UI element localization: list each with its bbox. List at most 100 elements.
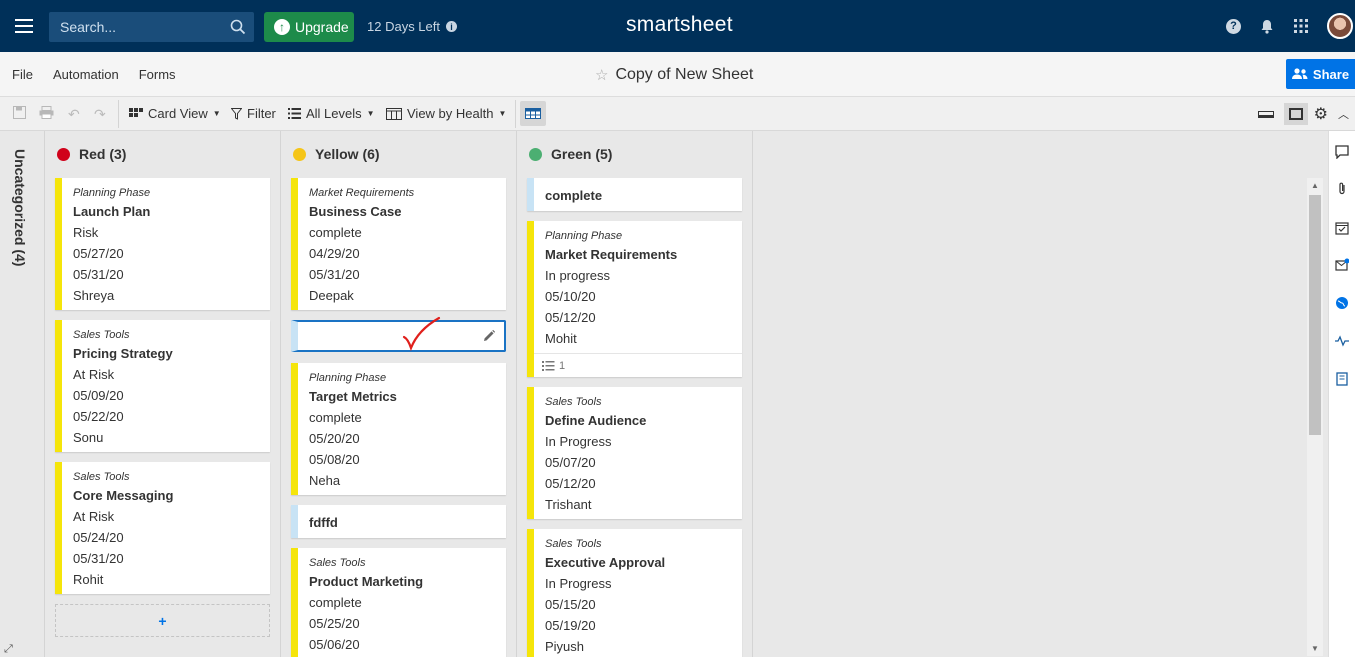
trial-status: 12 Days Left i <box>367 19 457 34</box>
checkmark-annotation <box>402 316 441 352</box>
lane-header[interactable]: Red (3) <box>57 146 126 162</box>
caret-down-icon: ▼ <box>212 109 221 118</box>
card-title: complete <box>545 188 603 203</box>
card[interactable]: Planning Phase Target Metrics complete 0… <box>291 363 506 495</box>
card[interactable]: fdffd <box>291 505 506 538</box>
sheet-title-area: ☆ Copy of New Sheet <box>595 66 753 84</box>
lane-title: Red (3) <box>79 146 127 162</box>
app-logo[interactable]: smartsheet <box>626 13 733 37</box>
save-icon[interactable] <box>13 106 26 119</box>
star-icon[interactable]: ☆ <box>595 66 608 84</box>
hamburger-icon[interactable] <box>15 19 33 33</box>
lane-title: Yellow (6) <box>315 146 380 162</box>
card-start-date: 05/24/20 <box>73 530 124 545</box>
lane-title: Green (5) <box>551 146 613 162</box>
card-title: Market Requirements <box>545 247 678 262</box>
card-status: At Risk <box>73 367 115 382</box>
card[interactable]: Sales Tools Define Audience In Progress … <box>527 387 742 519</box>
proof-icon[interactable] <box>1335 221 1349 235</box>
scroll-down-arrow[interactable]: ▼ <box>1311 644 1319 653</box>
card-owner: Deepak <box>309 288 354 303</box>
menu-bar: File Automation Forms ☆ Copy of New Shee… <box>0 52 1355 97</box>
trial-text: 12 Days Left <box>367 19 440 34</box>
undo-icon[interactable]: ↶ <box>68 106 80 123</box>
card[interactable]: Planning Phase Market Requirements In pr… <box>527 221 742 377</box>
redo-icon[interactable]: ↷ <box>94 106 106 123</box>
card-start-date: 05/10/20 <box>545 289 596 304</box>
card[interactable]: Market Requirements Business Case comple… <box>291 178 506 310</box>
lane-header[interactable]: Green (5) <box>529 146 612 162</box>
card-phase: Sales Tools <box>309 557 366 569</box>
card-status: Risk <box>73 225 99 240</box>
publish-icon[interactable] <box>1335 296 1349 310</box>
search-box[interactable] <box>49 12 254 42</box>
expand-card-icon[interactable] <box>1283 103 1308 125</box>
card-title: Launch Plan <box>73 204 151 219</box>
card-status: In Progress <box>545 576 612 591</box>
lane-uncategorized[interactable]: Uncategorized (4) <box>0 131 45 657</box>
new-card-editor[interactable] <box>291 316 506 352</box>
card-phase: Planning Phase <box>545 230 623 242</box>
sheet-title[interactable]: Copy of New Sheet <box>615 66 753 84</box>
card-phase: Sales Tools <box>545 396 602 408</box>
card-view-dropdown[interactable]: Card View ▼ <box>129 106 221 121</box>
attachment-icon[interactable] <box>1335 182 1349 196</box>
card-phase: Planning Phase <box>73 187 151 199</box>
search-icon[interactable] <box>230 19 246 35</box>
lane-yellow: Yellow (6) Market Requirements Business … <box>281 131 517 657</box>
card-owner: Neha <box>309 473 341 488</box>
share-button[interactable]: Share <box>1286 59 1355 89</box>
chevron-up-icon[interactable]: ︿ <box>1338 106 1349 122</box>
fullscreen-icon[interactable]: ⤢ <box>4 643 13 656</box>
info-icon[interactable]: i <box>446 21 457 32</box>
card-owner: Piyush <box>545 639 585 654</box>
card[interactable]: complete <box>527 178 742 211</box>
menu-file[interactable]: File <box>12 67 33 82</box>
vertical-scrollbar[interactable]: ▲ ▼ <box>1307 178 1323 656</box>
card-status: complete <box>309 225 362 240</box>
pencil-icon[interactable] <box>482 329 496 343</box>
card[interactable]: Sales Tools Pricing Strategy At Risk 05/… <box>55 320 270 452</box>
card-title: Product Marketing <box>309 574 424 589</box>
print-icon[interactable] <box>39 106 54 119</box>
toolbar: ↶ ↷ Card View ▼ Filter All Levels ▼ View… <box>0 97 1355 131</box>
menu-forms[interactable]: Forms <box>139 67 176 82</box>
avatar[interactable] <box>1327 13 1353 39</box>
menu-automation[interactable]: Automation <box>53 67 119 82</box>
card-title: fdffd <box>309 515 338 530</box>
upgrade-button[interactable]: ↑ Upgrade <box>264 12 354 42</box>
card[interactable]: Sales Tools Executive Approval In Progre… <box>527 529 742 657</box>
card[interactable]: Planning Phase Launch Plan Risk 05/27/20… <box>55 178 270 310</box>
view-by-dropdown[interactable]: View by Health ▼ <box>386 106 506 121</box>
subtask-count: 1 <box>559 359 566 372</box>
add-card-button[interactable]: + <box>55 604 270 637</box>
scroll-up-arrow[interactable]: ▲ <box>1311 181 1319 190</box>
help-icon[interactable]: ? <box>1226 18 1241 34</box>
collapse-row-icon[interactable] <box>1257 110 1274 118</box>
scrollbar-thumb[interactable] <box>1309 195 1321 435</box>
grid-view-icon[interactable] <box>520 101 546 126</box>
all-levels-dropdown[interactable]: All Levels ▼ <box>288 106 375 121</box>
search-input[interactable] <box>60 19 220 35</box>
comment-icon[interactable] <box>1335 145 1349 159</box>
apps-grid-icon[interactable] <box>1293 18 1309 34</box>
activity-icon[interactable] <box>1335 334 1349 348</box>
bell-icon[interactable] <box>1259 18 1275 34</box>
view-by-icon <box>386 107 402 120</box>
lane-header[interactable]: Yellow (6) <box>293 146 380 162</box>
gear-icon[interactable]: ⚙ <box>1314 104 1328 124</box>
view-by-label: View by Health <box>407 106 494 121</box>
summary-icon[interactable] <box>1335 372 1349 386</box>
caret-down-icon: ▼ <box>366 109 375 118</box>
card[interactable]: Sales Tools Core Messaging At Risk 05/24… <box>55 462 270 594</box>
update-request-icon[interactable] <box>1335 258 1349 272</box>
card[interactable]: Sales Tools Product Marketing complete 0… <box>291 548 506 657</box>
card-end-date: 05/06/20 <box>309 637 360 652</box>
top-navigation-bar: ↑ Upgrade 12 Days Left i smartsheet ? <box>0 0 1355 52</box>
lane-red: Red (3) Planning Phase Launch Plan Risk … <box>45 131 281 657</box>
filter-button[interactable]: Filter <box>231 106 276 121</box>
subtask-indicator[interactable]: 1 <box>534 353 742 377</box>
card-status: complete <box>309 595 362 610</box>
card-start-date: 05/09/20 <box>73 388 124 403</box>
card-status: In Progress <box>545 434 612 449</box>
